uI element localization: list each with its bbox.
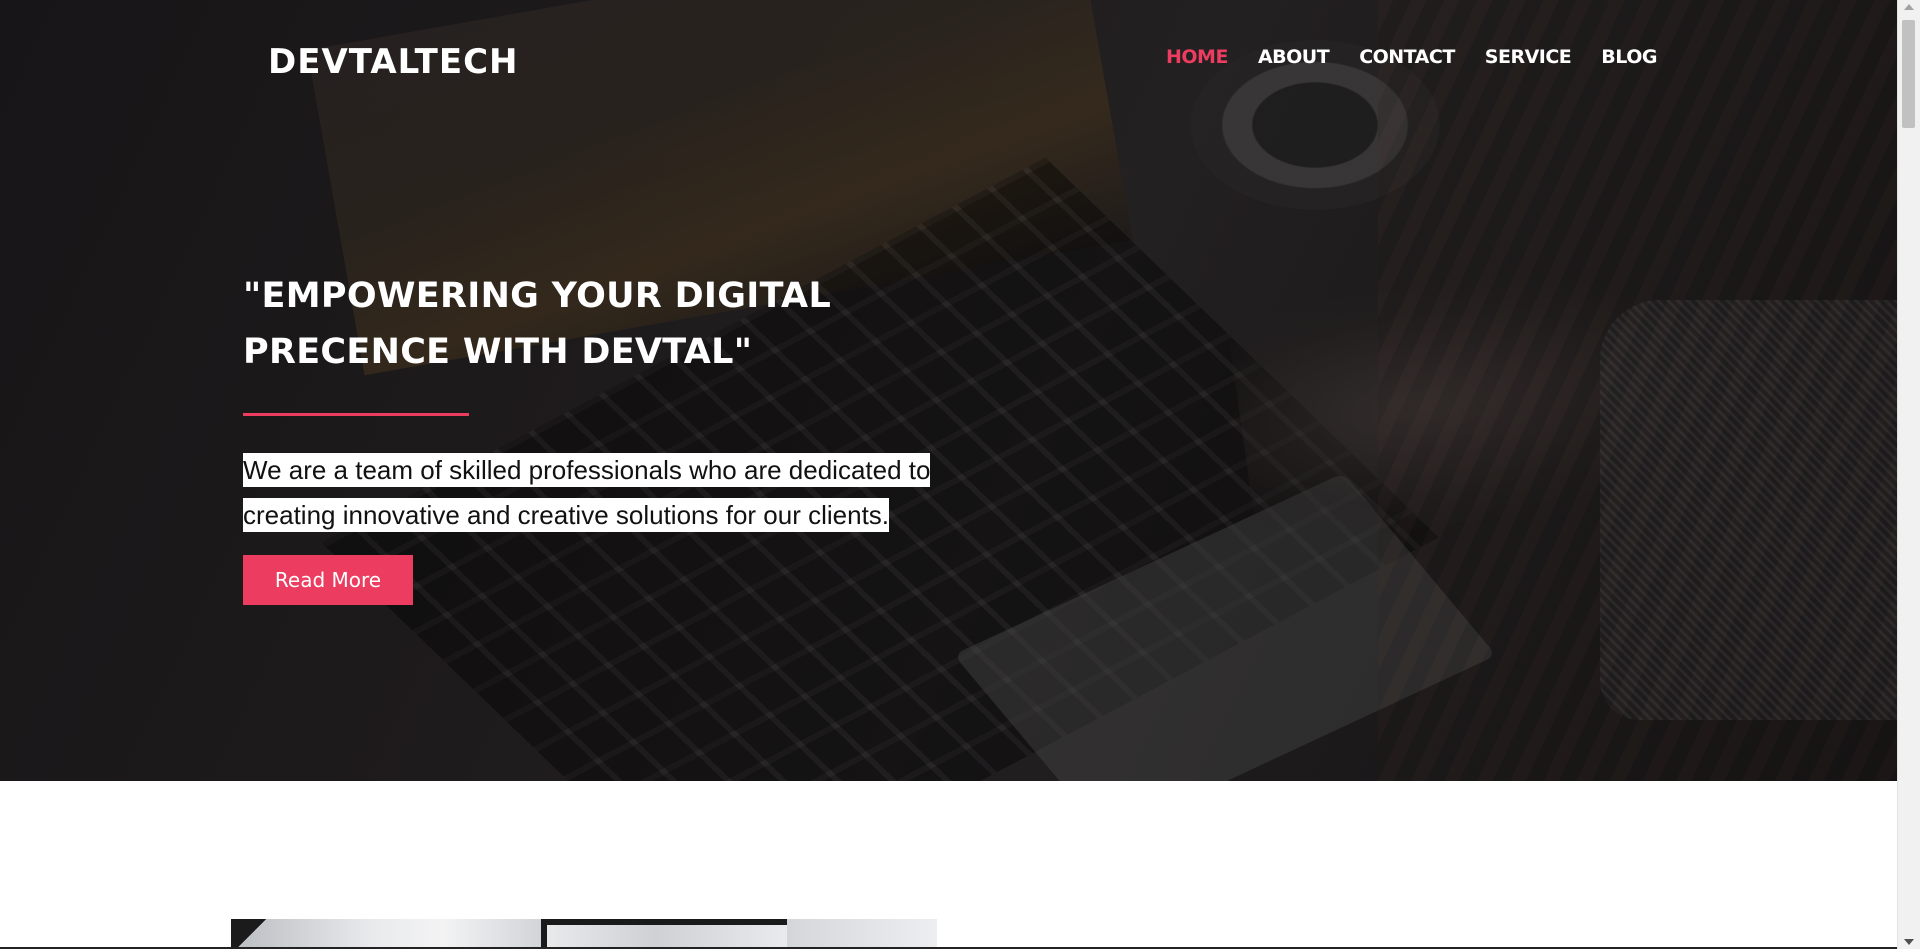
hero-divider [243,413,469,416]
nav-blog[interactable]: BLOG [1601,46,1657,68]
hero-section: DEVTALTECH HOME ABOUT CONTACT SERVICE BL… [0,0,1898,781]
read-more-button[interactable]: Read More [243,555,413,605]
hero-description-text: We are a team of skilled professionals w… [243,453,931,532]
page-scrollbar[interactable] [1897,0,1920,949]
hero-title: "EMPOWERING YOUR DIGITAL PRECENCE WITH D… [243,276,832,372]
image-dark-corner [231,919,271,949]
nav-about[interactable]: ABOUT [1258,46,1330,68]
hero-background-image [0,0,1898,781]
nav-contact[interactable]: CONTACT [1359,46,1455,68]
site-logo[interactable]: DEVTALTECH [268,42,519,82]
nav-home[interactable]: HOME [1166,46,1228,68]
image-monitor-shape [541,919,787,949]
main-nav: HOME ABOUT CONTACT SERVICE BLOG [1166,46,1687,68]
scroll-down-arrow-icon[interactable] [1904,939,1914,945]
scrollbar-thumb[interactable] [1902,20,1915,128]
nav-service[interactable]: SERVICE [1485,46,1572,68]
page-viewport: DEVTALTECH HOME ABOUT CONTACT SERVICE BL… [0,0,1898,949]
table-texture [1378,0,1898,781]
about-section-image [231,919,937,949]
scroll-up-arrow-icon[interactable] [1904,4,1914,10]
hero-description: We are a team of skilled professionals w… [243,448,1023,538]
